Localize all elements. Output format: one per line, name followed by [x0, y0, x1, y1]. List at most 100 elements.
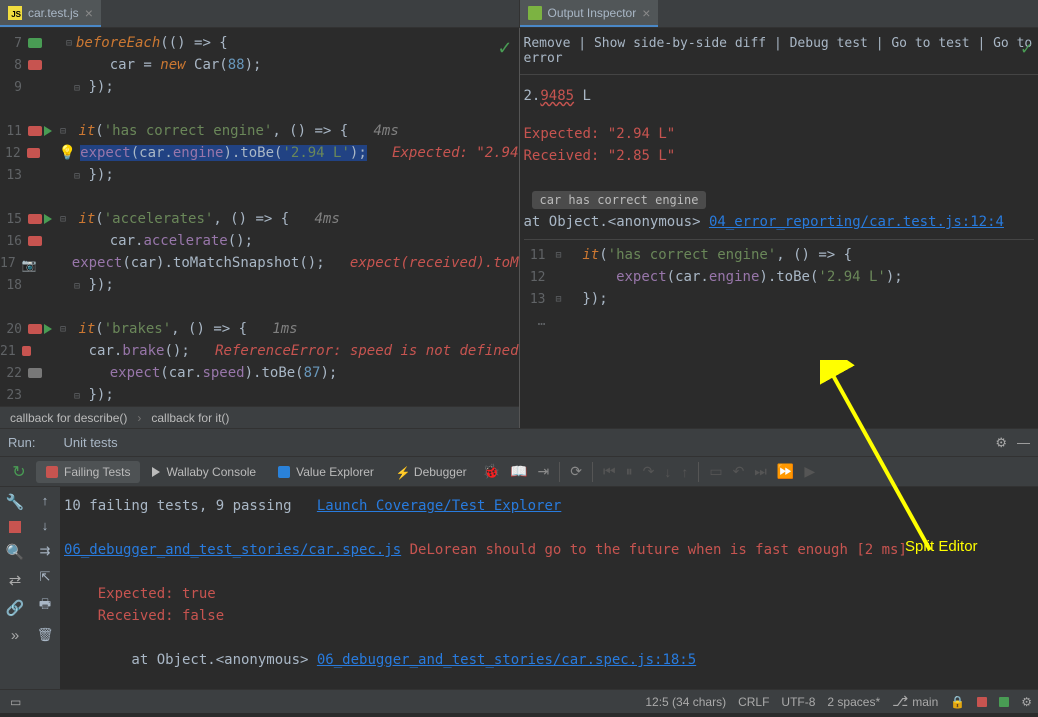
coverage-fail-marker	[28, 324, 42, 334]
editor-left[interactable]: ✓ 7⊟beforeEach(() => { 8 car = new Car(8…	[0, 28, 520, 428]
wallaby-fail-icon[interactable]	[977, 697, 987, 707]
wallaby-icon	[43, 437, 55, 449]
tab-value-explorer[interactable]: Value Explorer	[268, 461, 384, 483]
coverage-skip-marker	[28, 368, 42, 378]
value-display: 2.9485 L	[524, 85, 1035, 107]
fold-icon[interactable]: ⊟	[56, 214, 70, 225]
tab-wallaby-console[interactable]: Wallaby Console	[142, 461, 266, 483]
tab-output-inspector[interactable]: Output Inspector ×	[520, 0, 659, 27]
lock-icon[interactable]: 🔒	[950, 695, 965, 709]
trash-icon[interactable]: 🗑	[37, 627, 54, 643]
fold-icon[interactable]: ⊟	[56, 324, 70, 335]
tab-label: Output Inspector	[548, 6, 637, 20]
close-icon[interactable]: ×	[642, 5, 650, 21]
pause-icon[interactable]: ⏸	[622, 463, 637, 480]
test-summary: 10 failing tests, 9 passing	[64, 498, 317, 514]
check-icon: ✓	[1021, 38, 1032, 59]
print-icon[interactable]: 🖶	[39, 595, 51, 617]
arrow-down-icon[interactable]: ↓	[42, 518, 49, 533]
coverage-pass-marker	[28, 38, 42, 48]
tool-icon[interactable]: 🔧	[6, 493, 25, 511]
tab-failing-tests[interactable]: Failing Tests	[36, 461, 140, 483]
rerun-icon[interactable]: ↻	[12, 464, 25, 481]
check-icon: ✓	[497, 38, 512, 59]
inspector-actions[interactable]: Remove | Show side-by-side diff | Debug …	[520, 28, 1038, 75]
nav-icon[interactable]: ↶	[729, 463, 749, 480]
line-separator[interactable]: CRLF	[738, 695, 769, 709]
coverage-fail-marker	[22, 346, 32, 356]
indent[interactable]: 2 spaces*	[827, 695, 880, 709]
nav-icon[interactable]: ⏭	[750, 463, 771, 480]
minimize-icon[interactable]: —	[1017, 435, 1030, 451]
coverage-fail-marker	[28, 214, 42, 224]
received-line: Received: false	[64, 605, 1034, 627]
book-icon[interactable]: 📖	[506, 463, 531, 480]
branch-icon: ⎇	[892, 693, 908, 710]
encoding[interactable]: UTF-8	[781, 695, 815, 709]
js-file-icon: JS	[8, 6, 22, 20]
coverage-fail-marker	[27, 148, 40, 158]
gear-icon[interactable]: ⚙	[995, 435, 1007, 451]
run-test-icon[interactable]	[44, 324, 52, 334]
tab-car-test[interactable]: JS car.test.js ×	[0, 0, 101, 27]
breadcrumb[interactable]: callback for describe() › callback for i…	[0, 406, 519, 428]
search-icon[interactable]: 🔍	[6, 543, 25, 561]
spec-link[interactable]: 06_debugger_and_test_stories/car.spec.js	[64, 542, 401, 558]
git-branch[interactable]: ⎇main	[892, 693, 938, 710]
fail-icon	[46, 466, 58, 478]
step-back-icon[interactable]: ⏮	[599, 463, 620, 480]
run-config-name[interactable]: Unit tests	[63, 435, 117, 450]
step-into-icon[interactable]: ↓	[660, 464, 675, 480]
console-output[interactable]: 10 failing tests, 9 passing Launch Cover…	[60, 487, 1038, 689]
run-label: Run:	[8, 435, 35, 450]
stack-link[interactable]: 06_debugger_and_test_stories/car.spec.js…	[317, 652, 696, 668]
nav-icon[interactable]: ⏩	[773, 463, 798, 480]
run-test-icon[interactable]	[44, 214, 52, 224]
stack-link[interactable]: 04_error_reporting/car.test.js:12:4	[709, 214, 1004, 230]
expected-line: Expected: true	[64, 583, 1034, 605]
fold-icon[interactable]: ⊟	[56, 126, 70, 137]
exit-icon[interactable]: ⇥	[534, 463, 554, 480]
breadcrumb-item[interactable]: callback for describe()	[10, 411, 127, 425]
tab-label: car.test.js	[28, 6, 79, 20]
fold-icon[interactable]: ⊟	[552, 250, 566, 261]
arrow-up-icon[interactable]: ↑	[42, 493, 49, 508]
tab-debugger[interactable]: ⚡Debugger	[386, 461, 477, 483]
toggle-icon[interactable]: ⇄	[9, 571, 22, 589]
status-bar: ▭ 12:5 (34 chars) CRLF UTF-8 2 spaces* ⎇…	[0, 689, 1038, 713]
received-line: Received: "2.85 L"	[524, 145, 1035, 167]
link-icon[interactable]: 🔗	[6, 599, 25, 617]
breadcrumb-item[interactable]: callback for it()	[151, 411, 229, 425]
output-inspector[interactable]: ✓ Remove | Show side-by-side diff | Debu…	[520, 28, 1038, 428]
run-test-icon[interactable]	[44, 126, 52, 136]
launch-coverage-link[interactable]: Launch Coverage/Test Explorer	[317, 498, 561, 514]
wallaby-icon	[528, 6, 542, 20]
settings-icon[interactable]: ⚙	[1021, 695, 1032, 709]
step-out-icon[interactable]: ↑	[677, 464, 692, 480]
coverage-fail-marker	[28, 236, 42, 246]
expand-icon[interactable]: »	[11, 627, 19, 644]
fold-icon[interactable]: ⊟	[62, 38, 76, 49]
bug-icon[interactable]: 🐞	[479, 463, 504, 480]
nav-icon[interactable]: ▶	[800, 463, 819, 480]
cursor-position[interactable]: 12:5 (34 chars)	[645, 695, 726, 709]
stack-line: at Object.<anonymous> 04_error_reporting…	[524, 211, 1035, 233]
close-icon[interactable]: ×	[85, 5, 93, 21]
annotation-label: Split Editor	[905, 538, 978, 555]
expected-line: Expected: "2.94 L"	[524, 123, 1035, 145]
lightbulb-icon[interactable]: 💡	[59, 145, 76, 161]
stop-icon[interactable]	[9, 521, 21, 533]
restart-icon[interactable]: ⟳	[566, 463, 586, 480]
data-icon	[278, 466, 290, 478]
coverage-fail-marker	[28, 60, 42, 70]
wallaby-pass-icon[interactable]	[999, 697, 1009, 707]
nav-icon[interactable]: ▭	[705, 463, 726, 480]
step-over-icon[interactable]: ↷	[639, 463, 659, 480]
fold-icon[interactable]: ⊟	[552, 294, 566, 305]
coverage-fail-marker	[28, 126, 42, 136]
chevron-right-icon: ›	[137, 411, 141, 425]
play-icon	[152, 467, 160, 477]
tool-window-icon[interactable]: ▭	[10, 695, 21, 709]
wrap-icon[interactable]: ⇉	[40, 543, 51, 559]
export-icon[interactable]: ⇱	[40, 569, 51, 585]
